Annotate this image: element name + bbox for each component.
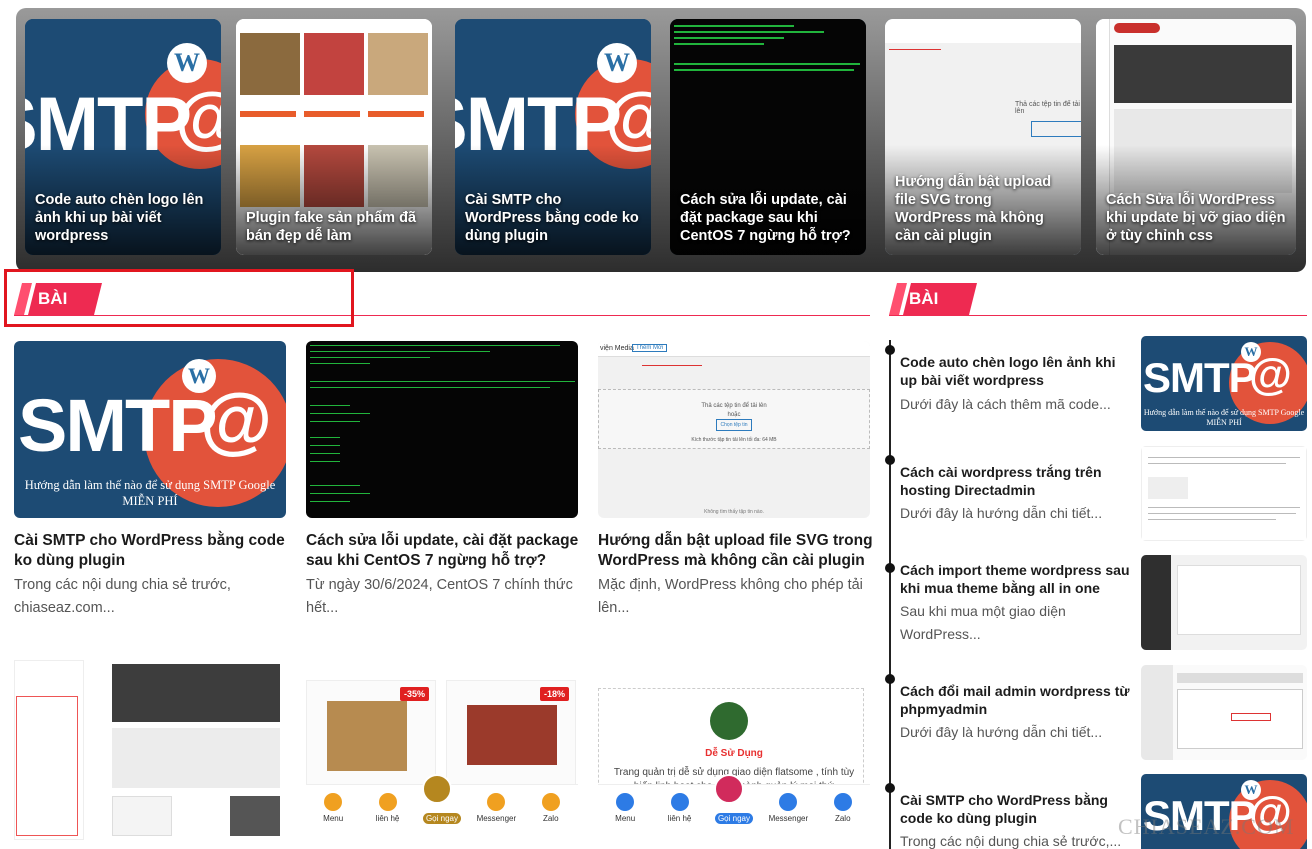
timeline-dot bbox=[885, 345, 895, 355]
section-title: BÀI VIẾT NỔI BẬT bbox=[909, 289, 947, 404]
featured-title[interactable]: Cách cài wordpress trắng trên hosting Di… bbox=[900, 463, 1132, 499]
contact-button[interactable]: liên hệ bbox=[656, 792, 704, 823]
featured-title[interactable]: Cài SMTP cho WordPress bằng code ko dùng… bbox=[900, 791, 1132, 827]
featured-excerpt: Dưới đây là hướng dẫn chi tiết... bbox=[900, 724, 1103, 740]
slide-title[interactable]: Hướng dẫn bật upload file SVG trong Word… bbox=[895, 173, 1071, 245]
featured-thumbnail[interactable] bbox=[1141, 555, 1307, 650]
messenger-button[interactable]: Messenger bbox=[764, 792, 812, 823]
zalo-button[interactable]: Zalo bbox=[527, 792, 575, 823]
post-thumbnail[interactable] bbox=[14, 660, 286, 840]
featured-excerpt: Dưới đây là cách thêm mã code... bbox=[900, 396, 1111, 412]
highlight-box bbox=[4, 269, 354, 327]
slide-title[interactable]: Code auto chèn logo lên ảnh khi up bài v… bbox=[35, 191, 211, 245]
timeline-dot bbox=[885, 674, 895, 684]
slider-slide[interactable]: Thả các tệp tin để tải lên Hướng dẫn bật… bbox=[885, 19, 1081, 255]
slider-slide[interactable]: SMTP @ Cài SMTP cho WordPress bằng code … bbox=[455, 19, 651, 255]
contact-button[interactable]: liên hệ bbox=[364, 792, 412, 823]
post-thumbnail[interactable]: Dễ Sử Dụng Trang quản trị dễ sử dụng gia… bbox=[598, 660, 870, 840]
post-thumbnail[interactable] bbox=[306, 341, 578, 518]
featured-excerpt: Sau khi mua một giao diện WordPress... bbox=[900, 603, 1066, 642]
menu-button[interactable]: Menu bbox=[309, 792, 357, 823]
featured-title[interactable]: Cách import theme wordpress sau khi mua … bbox=[900, 561, 1132, 597]
featured-excerpt: Dưới đây là hướng dẫn chi tiết... bbox=[900, 505, 1103, 521]
post-title[interactable]: Hướng dẫn bật upload file SVG trong Word… bbox=[598, 531, 873, 571]
timeline-dot bbox=[885, 563, 895, 573]
slider-slide[interactable]: Cách Sửa lỗi WordPress khi update bị vỡ … bbox=[1096, 19, 1296, 255]
feature-icon bbox=[710, 702, 748, 740]
featured-title[interactable]: Code auto chèn logo lên ảnh khi up bài v… bbox=[900, 353, 1132, 389]
discount-badge: -18% bbox=[539, 687, 569, 701]
post-excerpt: Trong các nội dung chia sẻ trước, chiase… bbox=[14, 577, 231, 616]
timeline-dot bbox=[885, 455, 895, 465]
slide-title[interactable]: Cài SMTP cho WordPress bằng code ko dùng… bbox=[465, 191, 641, 245]
slider-slide[interactable]: SMTP @ Code auto chèn logo lên ảnh khi u… bbox=[25, 19, 221, 255]
zalo-button[interactable]: Zalo bbox=[819, 792, 867, 823]
slide-title[interactable]: Plugin fake sản phẩm đã bán đẹp dễ làm bbox=[246, 209, 422, 245]
featured-thumbnail[interactable]: SMTP @ Hướng dẫn làm thế nào để sử dụng … bbox=[1141, 336, 1307, 431]
featured-thumbnail[interactable] bbox=[1141, 665, 1307, 760]
slide-title[interactable]: Cách Sửa lỗi WordPress khi update bị vỡ … bbox=[1106, 191, 1286, 245]
menu-button[interactable]: Menu bbox=[601, 792, 649, 823]
discount-badge: -35% bbox=[399, 687, 429, 701]
phone-icon[interactable] bbox=[714, 774, 744, 804]
messenger-button[interactable]: Messenger bbox=[472, 792, 520, 823]
slider-slide[interactable]: Cách sửa lỗi update, cài đặt package sau… bbox=[670, 19, 866, 255]
featured-excerpt: Trong các nội dung chia sẻ trước,... bbox=[900, 833, 1122, 849]
post-thumbnail[interactable]: viện Media Thêm Mới Thả các tệp tin để t… bbox=[598, 341, 870, 518]
featured-title[interactable]: Cách đổi mail admin wordpress từ phpmyad… bbox=[900, 682, 1132, 718]
featured-slider: SMTP @ Code auto chèn logo lên ảnh khi u… bbox=[16, 8, 1306, 272]
post-title[interactable]: Cách sửa lỗi update, cài đặt package sau… bbox=[306, 531, 581, 571]
post-thumbnail[interactable]: -35% -18% Menu liên hệ Gọi ngay Messenge… bbox=[306, 660, 578, 840]
watermark: CHIASEAZ.COM bbox=[1118, 814, 1295, 839]
post-title[interactable]: Cài SMTP cho WordPress bằng code ko dùng… bbox=[14, 531, 289, 571]
slider-slide[interactable]: Plugin fake sản phẩm đã bán đẹp dễ làm bbox=[236, 19, 432, 255]
phone-icon[interactable] bbox=[422, 774, 452, 804]
timeline-dot bbox=[885, 783, 895, 793]
post-excerpt: Mặc định, WordPress không cho phép tải l… bbox=[598, 577, 863, 616]
featured-thumbnail[interactable] bbox=[1141, 446, 1307, 541]
post-thumbnail[interactable]: SMTP @ Hướng dẫn làm thế nào để sử dụng … bbox=[14, 341, 286, 518]
slide-title[interactable]: Cách sửa lỗi update, cài đặt package sau… bbox=[680, 191, 856, 245]
section-divider bbox=[889, 315, 1307, 316]
post-excerpt: Từ ngày 30/6/2024, CentOS 7 chính thức h… bbox=[306, 577, 573, 616]
featured-timeline bbox=[889, 340, 891, 849]
